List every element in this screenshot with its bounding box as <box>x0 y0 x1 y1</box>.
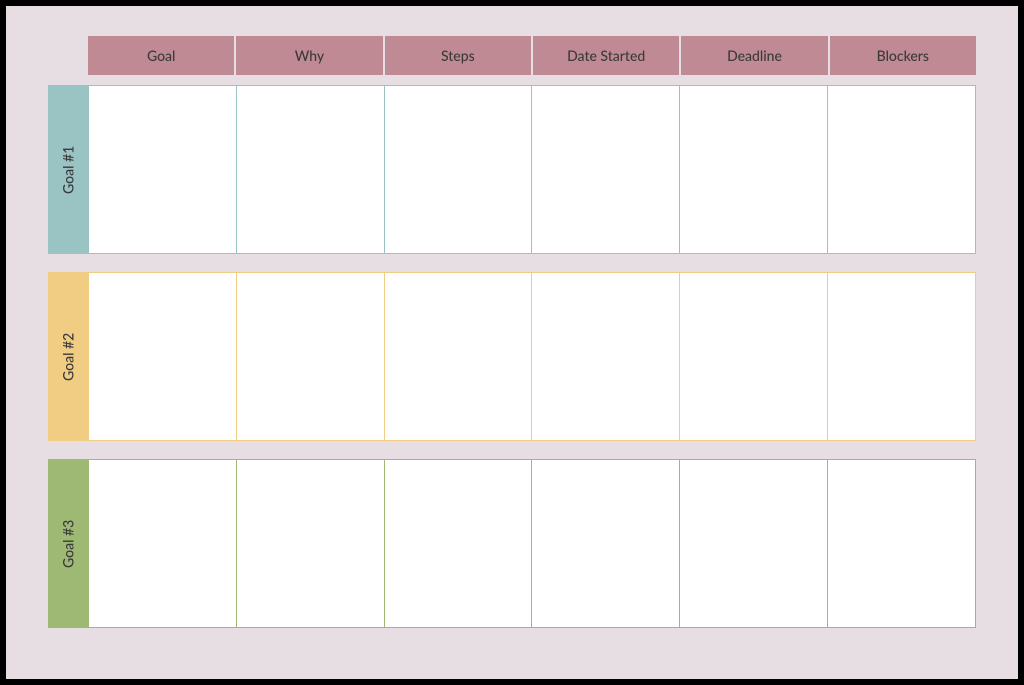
cell-goal-1-blockers[interactable] <box>828 85 976 254</box>
goal-row-1: Goal #1 <box>48 85 976 254</box>
header-spacer <box>48 36 88 75</box>
cell-goal-1-date-started[interactable] <box>532 85 680 254</box>
cell-goal-2-steps[interactable] <box>385 272 533 441</box>
cell-goal-2-why[interactable] <box>237 272 385 441</box>
cell-goal-2-goal[interactable] <box>88 272 237 441</box>
cell-goal-1-why[interactable] <box>237 85 385 254</box>
cell-goal-1-goal[interactable] <box>88 85 237 254</box>
col-header-blockers: Blockers <box>830 36 976 75</box>
cell-goal-2-blockers[interactable] <box>828 272 976 441</box>
cell-goal-3-steps[interactable] <box>385 459 533 628</box>
cell-goal-1-steps[interactable] <box>385 85 533 254</box>
goal-row-2: Goal #2 <box>48 272 976 441</box>
row-label-goal-3: Goal #3 <box>48 459 88 628</box>
cell-goal-3-date-started[interactable] <box>532 459 680 628</box>
column-header-row: Goal Why Steps Date Started Deadline Blo… <box>48 36 976 75</box>
col-header-steps: Steps <box>385 36 531 75</box>
goal-row-3: Goal #3 <box>48 459 976 628</box>
cell-goal-3-why[interactable] <box>237 459 385 628</box>
row-label-goal-2: Goal #2 <box>48 272 88 441</box>
page-background: Goal Why Steps Date Started Deadline Blo… <box>6 6 1018 679</box>
cell-goal-2-date-started[interactable] <box>532 272 680 441</box>
cell-goal-3-goal[interactable] <box>88 459 237 628</box>
cell-goal-1-deadline[interactable] <box>680 85 828 254</box>
row-label-goal-1: Goal #1 <box>48 85 88 254</box>
frame: Goal Why Steps Date Started Deadline Blo… <box>0 0 1024 685</box>
col-header-why: Why <box>236 36 382 75</box>
cell-goal-3-blockers[interactable] <box>828 459 976 628</box>
col-header-deadline: Deadline <box>681 36 827 75</box>
cell-goal-3-deadline[interactable] <box>680 459 828 628</box>
col-header-goal: Goal <box>88 36 234 75</box>
cell-goal-2-deadline[interactable] <box>680 272 828 441</box>
col-header-date-started: Date Started <box>533 36 679 75</box>
goal-grid: Goal Why Steps Date Started Deadline Blo… <box>48 36 976 628</box>
